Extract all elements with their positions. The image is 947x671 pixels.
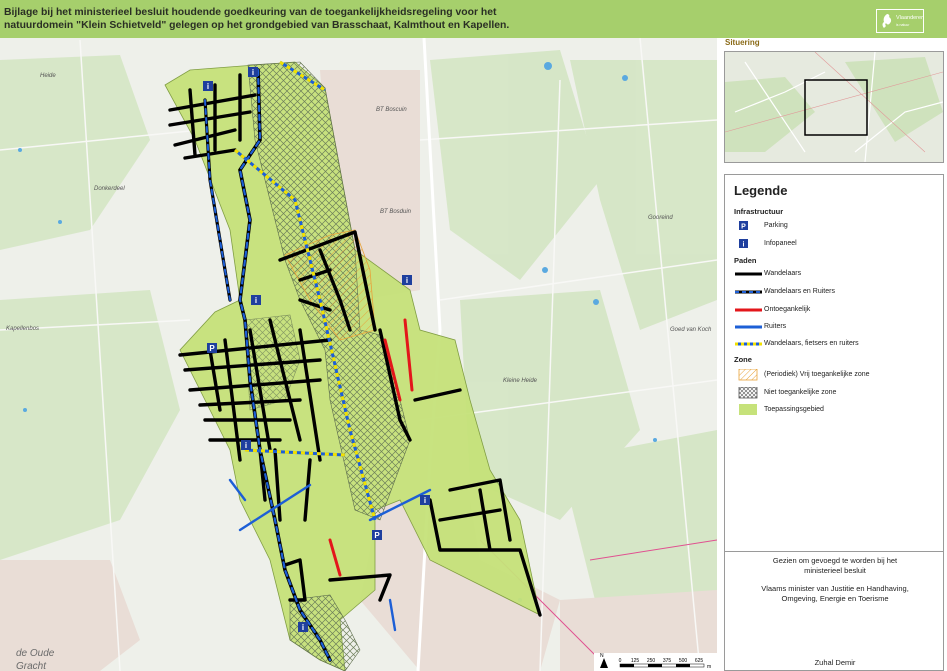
info-icon: i: [739, 239, 748, 249]
closed-line-icon: [735, 308, 762, 312]
walk-line-icon: [735, 272, 762, 276]
application-area-icon: [739, 404, 757, 415]
place-label: Heide: [40, 73, 56, 79]
place-label: BT Bosduin: [380, 209, 412, 215]
place-label: Gracht: [16, 661, 47, 671]
svg-text:i: i: [743, 242, 745, 249]
main-map[interactable]: iii iiii PP Heide BT Boscuin BT Bosduin …: [0, 38, 717, 671]
legend-item-ontoegankelijk: Ontoegankelijk: [734, 304, 939, 316]
place-label: Kleine Heide: [503, 378, 538, 384]
legend-item-niet-toeg: Niet toegankelijke zone: [734, 387, 939, 399]
approval-panel: Gezien om gevoegd te worden bij het mini…: [724, 552, 944, 671]
legend-item-wfr: Wandelaars, fietsers en ruiters: [734, 338, 939, 350]
parking-icon: P: [739, 221, 748, 231]
legend-section-zone: Zone: [734, 355, 752, 364]
svg-text:i: i: [252, 68, 254, 77]
legend-item-ruiters: Ruiters: [734, 321, 939, 333]
approval-line-1: Gezien om gevoegd te worden bij het mini…: [772, 556, 898, 575]
legend-section-infra: Infrastructuur: [734, 207, 784, 216]
scale-tick: 125: [631, 658, 640, 664]
legend-label-ontoegankelijk: Ontoegankelijk: [764, 306, 811, 313]
place-label: de Oude: [16, 648, 55, 659]
legend-item-wandelaars: Wandelaars: [734, 268, 939, 280]
ride-line-icon: [735, 325, 762, 329]
scale-tick: 500: [679, 658, 688, 664]
place-label: Donkerdeel: [94, 186, 125, 192]
place-label: BT Boscuin: [376, 107, 407, 113]
place-label: Gooreind: [648, 215, 673, 221]
legend-label-wandelaars-ruiters: Wandelaars en Ruiters: [764, 288, 835, 295]
svg-text:P: P: [209, 344, 215, 353]
approval-line-2: Vlaams minister van Justitie en Handhavi…: [761, 584, 909, 603]
legend-item-wandelaars-ruiters: Wandelaars en Ruiters: [734, 286, 939, 298]
svg-text:i: i: [255, 296, 257, 305]
header-bar: Bijlage bij het ministerieel besluit hou…: [0, 0, 947, 38]
logo-text: Vlaanderen: [896, 15, 925, 21]
place-label: Kapellenbos: [6, 326, 39, 332]
svg-text:P: P: [374, 531, 380, 540]
legend-panel: Legende Infrastructuur P Parking i Infop…: [724, 174, 944, 552]
logo-subtext: is natuur: [896, 23, 910, 27]
scale-tick: 625: [695, 658, 704, 664]
periodic-zone-icon: [738, 369, 758, 381]
scale-tick: 250: [647, 658, 656, 664]
legend-label-wandelaars: Wandelaars: [764, 270, 802, 277]
north-letter: N: [600, 653, 604, 659]
closed-zone-icon: [738, 387, 758, 399]
shared-line-icon: [735, 342, 762, 346]
situering-title: Situering: [725, 38, 760, 47]
legend-section-paden: Paden: [734, 256, 757, 265]
svg-text:i: i: [245, 441, 247, 450]
overview-canvas: [725, 52, 943, 162]
legend-label-ruiters: Ruiters: [764, 323, 787, 330]
scale-tick: 0: [619, 658, 622, 664]
legend-label-toepassing: Toepassingsgebied: [764, 406, 824, 413]
legend-item-parking: P Parking: [734, 220, 939, 232]
legend-label-wfr: Wandelaars, fietsers en ruiters: [764, 340, 859, 347]
svg-text:i: i: [302, 623, 304, 632]
svg-text:P: P: [741, 224, 746, 231]
overview-map[interactable]: [724, 51, 944, 163]
scale-bar: N 0 125 250 375 500 625 m: [594, 653, 717, 671]
map-canvas: iii iiii PP Heide BT Boscuin BT Bosduin …: [0, 38, 717, 671]
map-title: Bijlage bij het ministerieel besluit hou…: [4, 7, 510, 31]
legend-title: Legende: [734, 183, 788, 198]
scale-unit: m: [707, 664, 711, 670]
legend-label-periodiek: (Periodiek) Vrij toegankelijke zone: [764, 371, 870, 378]
svg-text:i: i: [424, 496, 426, 505]
scale-tick: 375: [663, 658, 672, 664]
svg-text:i: i: [406, 276, 408, 285]
walk-ride-line-icon: [735, 290, 762, 294]
signer-name: Zuhal Demir: [814, 658, 856, 667]
vlaanderen-logo: Vlaanderen is natuur: [876, 9, 924, 33]
legend-label-infopaneel: Infopaneel: [764, 240, 797, 247]
legend-label-niet-toeg: Niet toegankelijke zone: [764, 389, 837, 396]
legend-item-toepassing: Toepassingsgebied: [734, 404, 939, 416]
lion-logo-icon: [882, 14, 892, 28]
legend-item-periodiek: (Periodiek) Vrij toegankelijke zone: [734, 369, 939, 381]
place-label: Goed van Koch: [670, 327, 712, 333]
svg-text:i: i: [207, 82, 209, 91]
legend-label-parking: Parking: [764, 222, 788, 229]
legend-item-infopaneel: i Infopaneel: [734, 238, 939, 250]
